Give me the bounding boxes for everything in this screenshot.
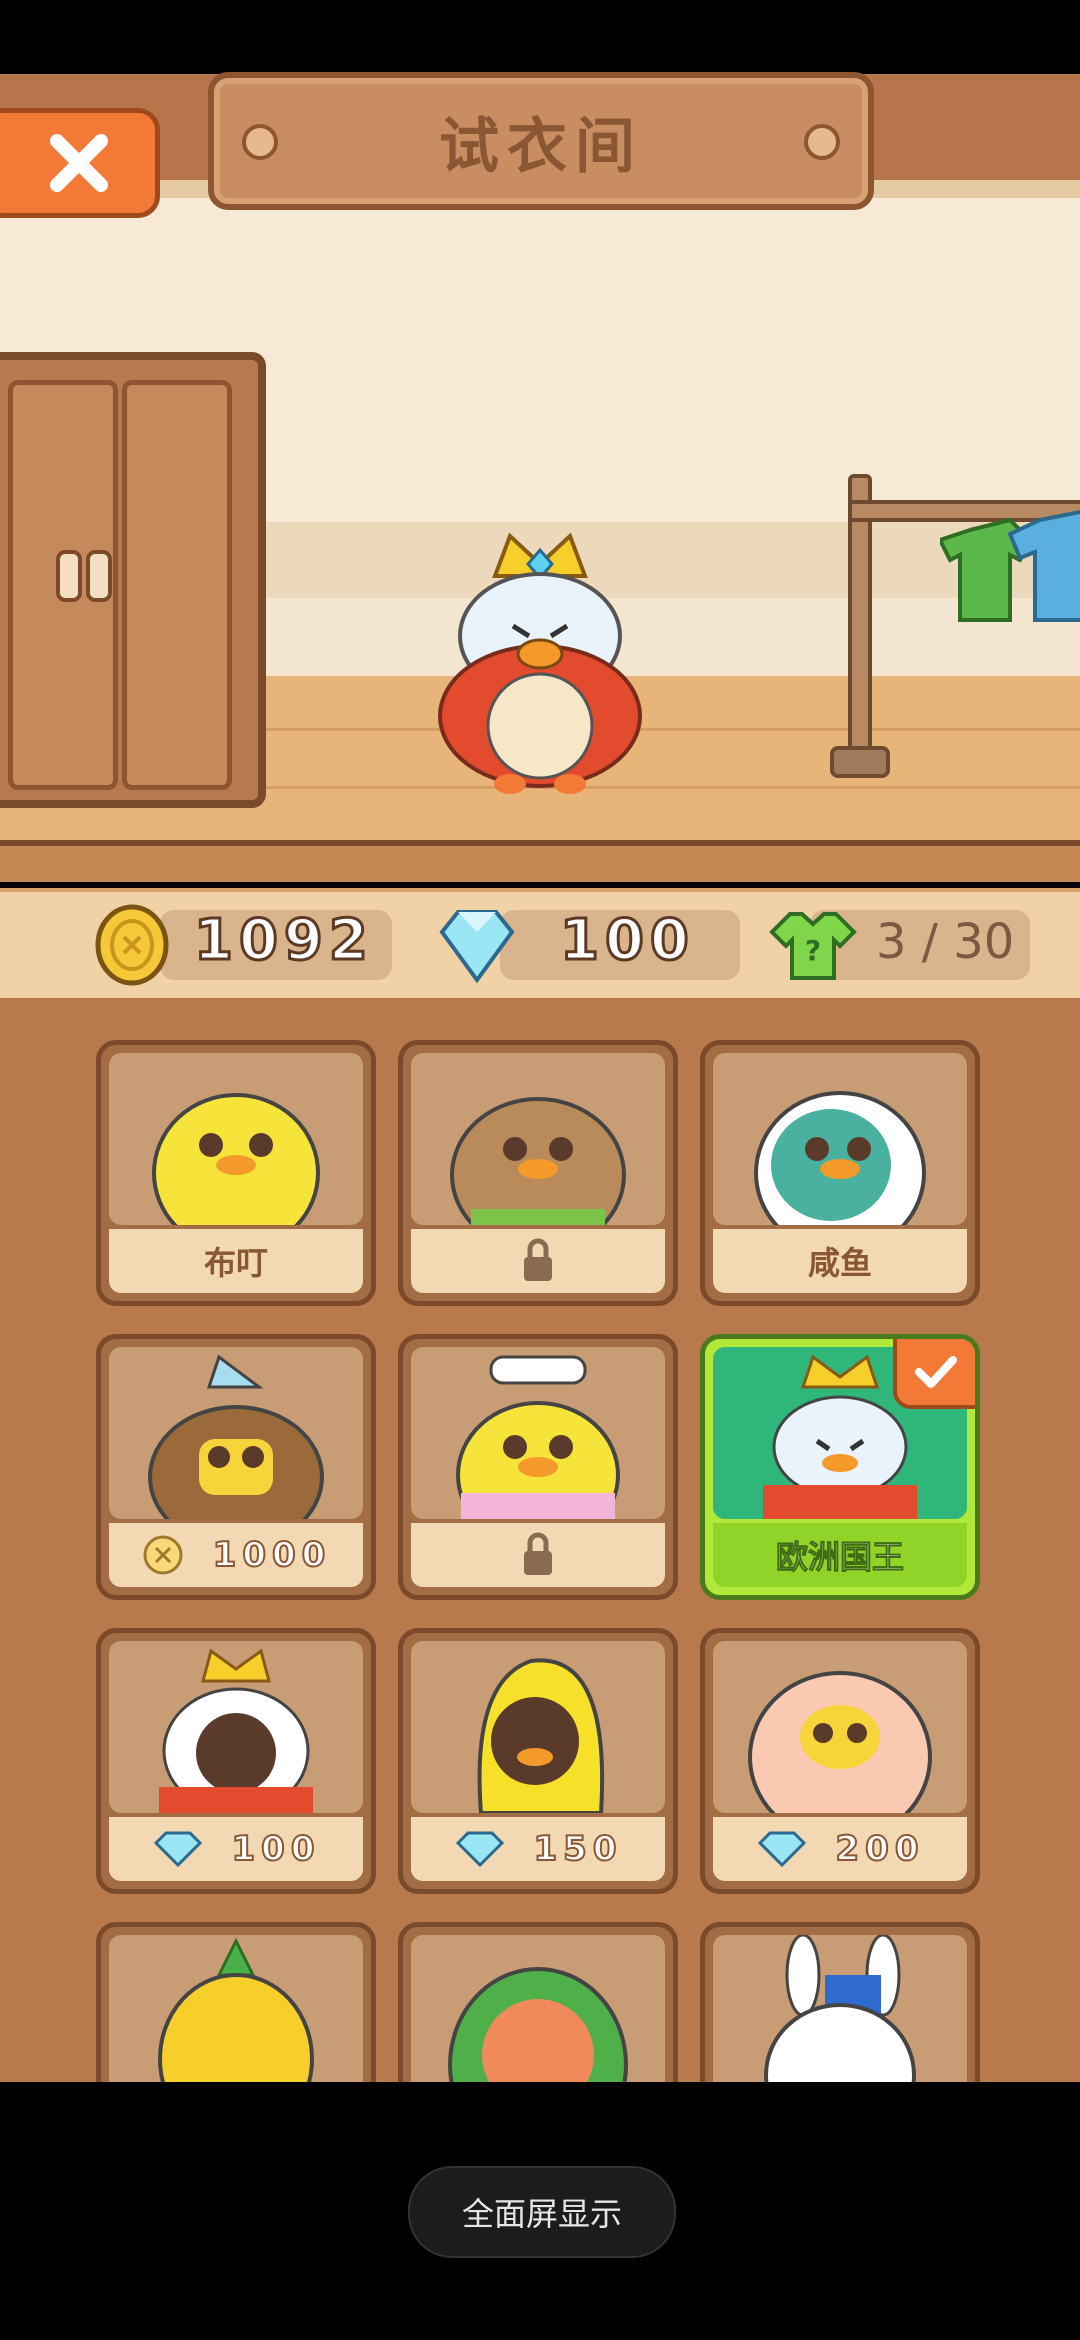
fullscreen-button[interactable]: 全面屏显示	[408, 2166, 676, 2258]
outfit-thumbnail	[411, 1347, 665, 1519]
diamond-icon	[757, 1831, 806, 1868]
outfit-card[interactable]: 1000	[96, 1334, 376, 1600]
coin-price-label: 1000	[109, 1523, 363, 1587]
diamond-price-label: 100	[109, 1817, 363, 1881]
status-bar	[0, 0, 1080, 74]
wardrobe-knob	[86, 550, 112, 602]
outfit-card[interactable]: 150	[398, 1628, 678, 1894]
outfit-collection-count: 3 / 30	[876, 914, 1015, 970]
outfit-thumbnail	[109, 1347, 363, 1519]
outfit-grid: 布叮 咸鱼 1000 欧洲国王 100 150 200	[0, 998, 1080, 2082]
outfit-thumbnail	[411, 1053, 665, 1225]
pineapple-duck-icon	[158, 1937, 314, 2082]
outfit-thumbnail	[109, 1641, 363, 1813]
outfit-card[interactable]	[700, 1922, 980, 2082]
wardrobe-door	[122, 380, 232, 790]
outfit-card[interactable]: 布叮	[96, 1040, 376, 1306]
outfit-price: 100	[231, 1828, 321, 1870]
outfit-thumbnail	[109, 1935, 363, 2082]
outfit-card-selected[interactable]: 欧洲国王	[700, 1334, 980, 1600]
page-title: 试衣间	[439, 111, 643, 182]
monkey-duck-icon	[450, 1097, 626, 1225]
outfit-card[interactable]: 200	[700, 1628, 980, 1894]
outfit-card[interactable]: 100	[96, 1628, 376, 1894]
coin-count: 1092	[193, 907, 374, 975]
lock-icon	[524, 1532, 552, 1575]
diamond-price-label: 200	[713, 1817, 967, 1881]
watermelon-duck-icon	[448, 1967, 628, 2082]
outfit-card[interactable]	[398, 1922, 678, 2082]
wardrobe	[0, 352, 266, 808]
banana-duck-icon	[477, 1658, 605, 1813]
outfit-thumbnail	[411, 1935, 665, 2082]
rabbit-duck-icon	[764, 1935, 916, 2082]
brown-king-duck-icon	[159, 1648, 313, 1813]
outfit-card[interactable]	[398, 1334, 678, 1600]
outfit-price: 1000	[212, 1534, 332, 1576]
check-icon	[915, 1356, 957, 1388]
hanging-shirts	[940, 510, 1080, 622]
diamond-price-label: 150	[411, 1817, 665, 1881]
svg-text:?: ?	[805, 934, 821, 967]
floor-edge	[0, 840, 1080, 882]
outfit-thumbnail	[713, 1641, 967, 1813]
maid-duck-icon	[456, 1355, 620, 1519]
outfit-card[interactable]: 咸鱼	[700, 1040, 980, 1306]
plaque-bolt	[804, 124, 840, 160]
outfit-name: 咸鱼	[713, 1229, 967, 1293]
diamond-icon	[439, 910, 515, 984]
outfit-thumbnail	[411, 1641, 665, 1813]
outfit-card[interactable]	[96, 1922, 376, 2082]
diamond-icon	[455, 1831, 504, 1868]
locked-label	[411, 1229, 665, 1293]
outfit-thumbnail	[109, 1053, 363, 1225]
coin-icon	[95, 904, 169, 986]
outfit-price: 150	[533, 1828, 623, 1870]
close-button[interactable]	[0, 108, 160, 218]
cat-duck-icon	[148, 1354, 324, 1519]
outfit-price: 200	[835, 1828, 925, 1870]
diamond-icon	[153, 1831, 202, 1868]
close-icon	[50, 134, 108, 192]
diamond-count: 100	[559, 907, 695, 975]
selected-badge	[893, 1339, 975, 1409]
peach-duck-icon	[748, 1671, 932, 1813]
outfit-name: 欧洲国王	[713, 1523, 967, 1587]
king-duck-character	[438, 532, 642, 794]
coin-icon	[143, 1535, 183, 1575]
outfit-thumbnail	[713, 1053, 967, 1225]
clothes-rack	[830, 474, 1080, 778]
shirt-question-icon: ?	[769, 912, 857, 980]
title-plaque: 试衣间	[208, 72, 874, 210]
salted-fish-duck-icon	[754, 1091, 926, 1225]
lock-icon	[524, 1238, 552, 1281]
plaque-bolt	[242, 124, 278, 160]
outfit-thumbnail	[713, 1935, 967, 2082]
locked-label	[411, 1523, 665, 1587]
currency-bar: 1092 100 ? 3 / 30	[0, 888, 1080, 1002]
wardrobe-knob	[56, 550, 82, 602]
rack-base	[830, 746, 890, 778]
pudding-duck-icon	[152, 1093, 320, 1225]
outfit-name: 布叮	[109, 1229, 363, 1293]
outfit-card[interactable]	[398, 1040, 678, 1306]
